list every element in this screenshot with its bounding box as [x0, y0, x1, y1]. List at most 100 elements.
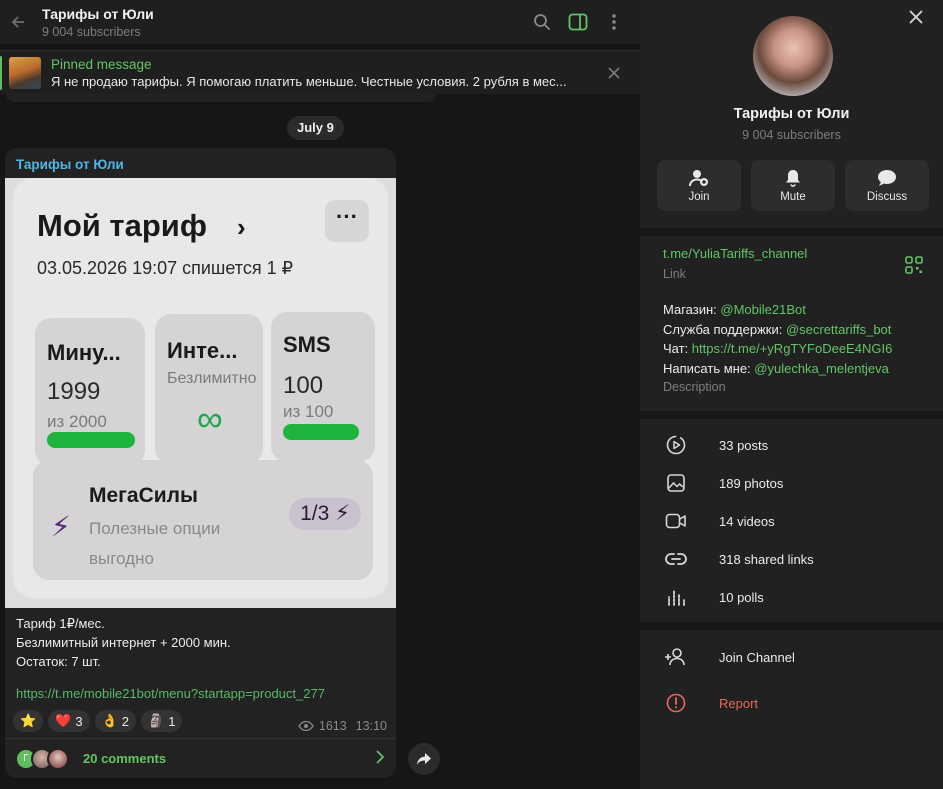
chat-title: Тарифы от Юли	[42, 5, 154, 22]
media-polls[interactable]: 10 polls	[640, 578, 943, 616]
join-button[interactable]: Join	[657, 160, 741, 211]
tile-sms-bar	[283, 424, 359, 440]
add-user-icon	[665, 646, 687, 668]
desc-label: Написать мне:	[663, 360, 755, 376]
add-user-icon	[689, 169, 708, 186]
search-icon[interactable]	[530, 10, 554, 34]
tile-internet-name: Инте...	[167, 338, 238, 363]
mute-label: Mute	[780, 190, 806, 203]
shared-media-list: 33 posts 189 photos 14 videos 318 shared…	[640, 426, 943, 616]
avatar	[47, 747, 69, 770]
view-count: 1613	[318, 719, 347, 733]
star-icon: ⭐	[20, 713, 37, 728]
support-link[interactable]: @secrettariffs_bot	[786, 322, 891, 337]
media-links[interactable]: 318 shared links	[640, 540, 943, 578]
commenter-avatars: Г	[15, 747, 69, 770]
previous-message-edge	[6, 94, 436, 102]
desc-label: Магазин:	[663, 302, 721, 317]
infinity-icon: ∞	[197, 398, 223, 439]
link-label: Link	[663, 267, 686, 281]
more-vertical-icon[interactable]	[602, 10, 626, 34]
reaction-ok[interactable]: 👌 2	[94, 710, 137, 732]
photo-icon	[665, 472, 687, 494]
forward-icon	[417, 753, 431, 765]
megasily-counter: 1/3 ⚡	[289, 498, 361, 530]
close-icon[interactable]	[602, 61, 626, 85]
report-item[interactable]: Report	[640, 680, 943, 726]
channel-actions: Join Mute Discuss	[657, 160, 929, 211]
post-photo[interactable]: Мой тариф › ··· 03.05.2026 19:07 спишетс…	[5, 178, 396, 608]
megasily-desc: Полезные опции выгодно	[89, 519, 221, 568]
tile-minutes-value: 1999	[47, 378, 101, 405]
post-link[interactable]: https://t.me/mobile21bot/menu?startapp=p…	[16, 686, 325, 701]
media-label: 318 shared links	[719, 551, 814, 567]
chat-title-block[interactable]: Тарифы от Юли 9 004 subscribers	[42, 5, 530, 40]
tile-sms: SMS 100 из 100	[271, 312, 375, 462]
media-label: 10 polls	[719, 589, 764, 605]
pinned-message-bar[interactable]: Pinned message Я не продаю тарифы. Я пом…	[0, 50, 640, 94]
comments-bar[interactable]: Г 20 comments	[5, 738, 396, 778]
media-label: 189 photos	[719, 475, 784, 491]
forward-button[interactable]	[408, 743, 440, 775]
divider	[640, 411, 943, 419]
discuss-label: Discuss	[866, 190, 908, 203]
post-meta: 1613 13:10	[298, 719, 387, 733]
reaction-heart[interactable]: ❤️ 3	[48, 710, 90, 732]
reaction-star[interactable]: ⭐	[13, 710, 44, 732]
desc-label: Чат:	[663, 341, 692, 356]
channel-link[interactable]: t.me/YuliaTariffs_channel	[663, 246, 807, 261]
reaction-moai[interactable]: 🗿 1	[141, 710, 183, 732]
close-icon[interactable]	[909, 10, 929, 30]
description-label: Description	[663, 380, 726, 394]
sidebar-toggle-icon[interactable]	[566, 10, 590, 34]
qr-code-icon[interactable]	[905, 256, 923, 274]
chat-bubble-icon	[878, 169, 896, 186]
mute-button[interactable]: Mute	[751, 160, 835, 211]
tile-minutes-bar	[47, 432, 135, 448]
tile-minutes-of: из 2000	[47, 412, 107, 431]
divider	[640, 228, 943, 236]
chevron-right-icon	[376, 748, 385, 769]
join-channel-item[interactable]: Join Channel	[640, 634, 943, 680]
lightning-icon: ⚡	[51, 511, 71, 542]
posts-icon	[665, 434, 687, 456]
megasily-name: МегаСилы	[89, 484, 198, 507]
tile-internet: Инте... Безлимитно ∞	[155, 314, 263, 464]
channel-info: t.me/YuliaTariffs_channel Link Магазин: …	[640, 236, 943, 421]
tile-sms-of: из 100	[283, 402, 334, 421]
channel-avatar[interactable]	[753, 16, 833, 96]
discuss-button[interactable]: Discuss	[845, 160, 929, 211]
post-time: 13:10	[355, 719, 387, 733]
back-arrow-icon[interactable]	[2, 4, 34, 40]
channel-info-panel: Тарифы от Юли 9 004 subscribers Join Mut…	[640, 0, 943, 789]
tile-sms-name: SMS	[283, 332, 331, 357]
pinned-text: Я не продаю тарифы. Я помогаю платить ме…	[51, 73, 567, 89]
poll-icon	[665, 586, 687, 608]
media-posts[interactable]: 33 posts	[640, 426, 943, 464]
eye-icon	[298, 721, 314, 731]
write-link[interactable]: @yulechka_melentjeva	[754, 361, 889, 376]
post-caption: Тариф 1₽/мес. Безлимитный интернет + 200…	[16, 614, 386, 671]
shop-link[interactable]: @Mobile21Bot	[720, 302, 805, 317]
reaction-count: 2	[121, 713, 130, 729]
channel-post: Тарифы от Юли Мой тариф › ··· 03.05.2026…	[5, 148, 396, 778]
warning-icon	[665, 692, 687, 714]
join-label: Join	[688, 190, 710, 203]
ok-hand-icon: 👌	[101, 713, 118, 728]
media-photos[interactable]: 189 photos	[640, 464, 943, 502]
post-author[interactable]: Тарифы от Юли	[16, 157, 124, 172]
tile-sms-value: 100	[283, 372, 324, 399]
desc-label: Служба поддержки:	[663, 321, 786, 337]
channel-name: Тарифы от Юли	[733, 106, 850, 122]
pinned-thumbnail	[9, 56, 41, 89]
tile-internet-value: Безлимитно	[167, 370, 257, 387]
pinned-indicator	[0, 55, 2, 90]
tariff-date-line: 03.05.2026 19:07 спишется 1 ₽	[37, 258, 294, 278]
media-videos[interactable]: 14 videos	[640, 502, 943, 540]
comments-count: 20 comments	[83, 751, 167, 766]
chevron-right-icon: ›	[237, 212, 246, 242]
channel-subscribers: 9 004 subscribers	[742, 128, 841, 142]
caption-line: Безлимитный интернет + 2000 мин.	[16, 635, 231, 650]
chat-link[interactable]: https://t.me/+yRgTYFoDeeE4NGI6	[692, 341, 893, 356]
tile-minutes: Мину... 1999 из 2000	[35, 318, 145, 466]
